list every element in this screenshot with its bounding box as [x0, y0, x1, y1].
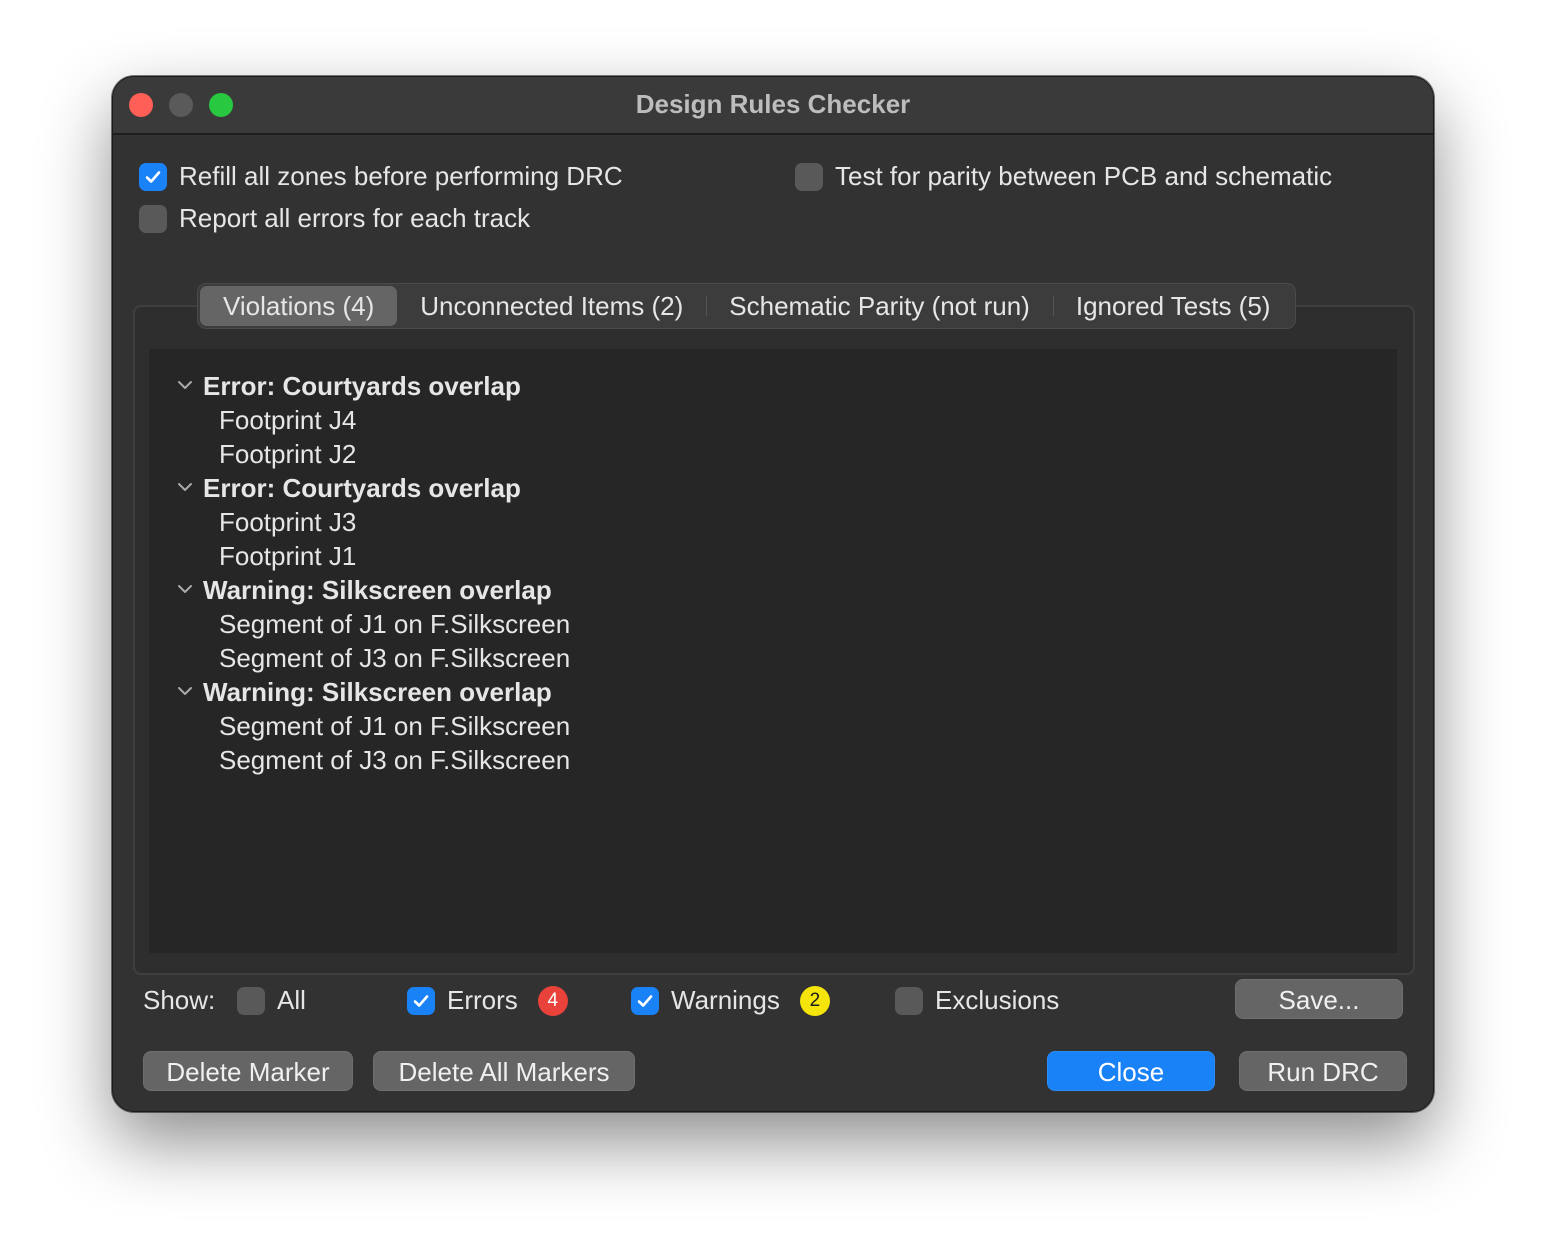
chevron-down-icon[interactable] [177, 581, 193, 597]
show-exclusions-label: Exclusions [935, 985, 1060, 1015]
refill-zones-label: Refill all zones before performing DRC [179, 161, 623, 191]
test-parity-checkbox[interactable]: Test for parity between PCB and schemati… [795, 161, 1332, 192]
show-all-checkbox[interactable]: All [237, 985, 306, 1016]
violation-item[interactable]: Segment of J1 on F.Silkscreen [219, 607, 570, 641]
violation-item[interactable]: Segment of J3 on F.Silkscreen [219, 641, 570, 675]
check-icon [407, 986, 435, 1015]
violation-item[interactable]: Footprint J4 [219, 403, 356, 437]
violation-group[interactable]: Error: Courtyards overlap [177, 471, 521, 505]
checkbox-empty [895, 986, 923, 1015]
errors-count-badge: 4 [537, 985, 568, 1016]
check-icon [631, 986, 659, 1015]
checkbox-empty [795, 162, 823, 191]
show-errors-label: Errors [447, 985, 518, 1015]
delete-all-markers-button[interactable]: Delete All Markers [373, 1051, 635, 1091]
chevron-down-icon[interactable] [177, 683, 193, 699]
show-errors-checkbox[interactable]: Errors 4 [407, 985, 568, 1016]
report-all-errors-label: Report all errors for each track [179, 203, 531, 233]
tab-bar: Violations (4) Unconnected Items (2) Sch… [197, 283, 1297, 329]
violation-item[interactable]: Footprint J1 [219, 539, 356, 573]
tab-schematic-parity[interactable]: Schematic Parity (not run) [706, 286, 1053, 326]
checkbox-empty [139, 204, 167, 233]
violation-title: Warning: Silkscreen overlap [203, 575, 552, 605]
checkbox-empty [237, 986, 265, 1015]
drc-dialog: Design Rules Checker Refill all zones be… [112, 76, 1434, 1112]
violation-title: Error: Courtyards overlap [203, 371, 521, 401]
violation-group[interactable]: Warning: Silkscreen overlap [177, 675, 552, 709]
tab-unconnected-items[interactable]: Unconnected Items (2) [397, 286, 706, 326]
violations-tree[interactable]: Error: Courtyards overlap Footprint J4 F… [149, 349, 1397, 953]
run-drc-button[interactable]: Run DRC [1239, 1051, 1407, 1091]
violation-title: Warning: Silkscreen overlap [203, 677, 552, 707]
violation-item[interactable]: Segment of J3 on F.Silkscreen [219, 743, 570, 777]
save-button[interactable]: Save... [1235, 979, 1403, 1019]
show-all-label: All [277, 985, 306, 1015]
check-icon [139, 162, 167, 191]
violation-item[interactable]: Segment of J1 on F.Silkscreen [219, 709, 570, 743]
chevron-down-icon[interactable] [177, 377, 193, 393]
show-exclusions-checkbox[interactable]: Exclusions [895, 985, 1059, 1016]
warnings-count-badge: 2 [799, 985, 830, 1016]
title-bar: Design Rules Checker [113, 77, 1433, 135]
tab-violations[interactable]: Violations (4) [200, 286, 398, 326]
violation-title: Error: Courtyards overlap [203, 473, 521, 503]
tab-ignored-tests[interactable]: Ignored Tests (5) [1052, 286, 1294, 326]
test-parity-label: Test for parity between PCB and schemati… [835, 161, 1333, 191]
show-warnings-checkbox[interactable]: Warnings 2 [631, 985, 830, 1016]
delete-marker-button[interactable]: Delete Marker [143, 1051, 353, 1091]
window-title: Design Rules Checker [635, 89, 911, 119]
violation-group[interactable]: Warning: Silkscreen overlap [177, 573, 552, 607]
report-all-errors-checkbox[interactable]: Report all errors for each track [139, 203, 530, 234]
refill-zones-checkbox[interactable]: Refill all zones before performing DRC [139, 161, 623, 192]
violation-group[interactable]: Error: Courtyards overlap [177, 369, 521, 403]
chevron-down-icon[interactable] [177, 479, 193, 495]
violation-item[interactable]: Footprint J2 [219, 437, 356, 471]
close-button[interactable]: Close [1047, 1051, 1215, 1091]
show-label: Show: [143, 985, 216, 1015]
violation-item[interactable]: Footprint J3 [219, 505, 356, 539]
show-warnings-label: Warnings [671, 985, 780, 1015]
